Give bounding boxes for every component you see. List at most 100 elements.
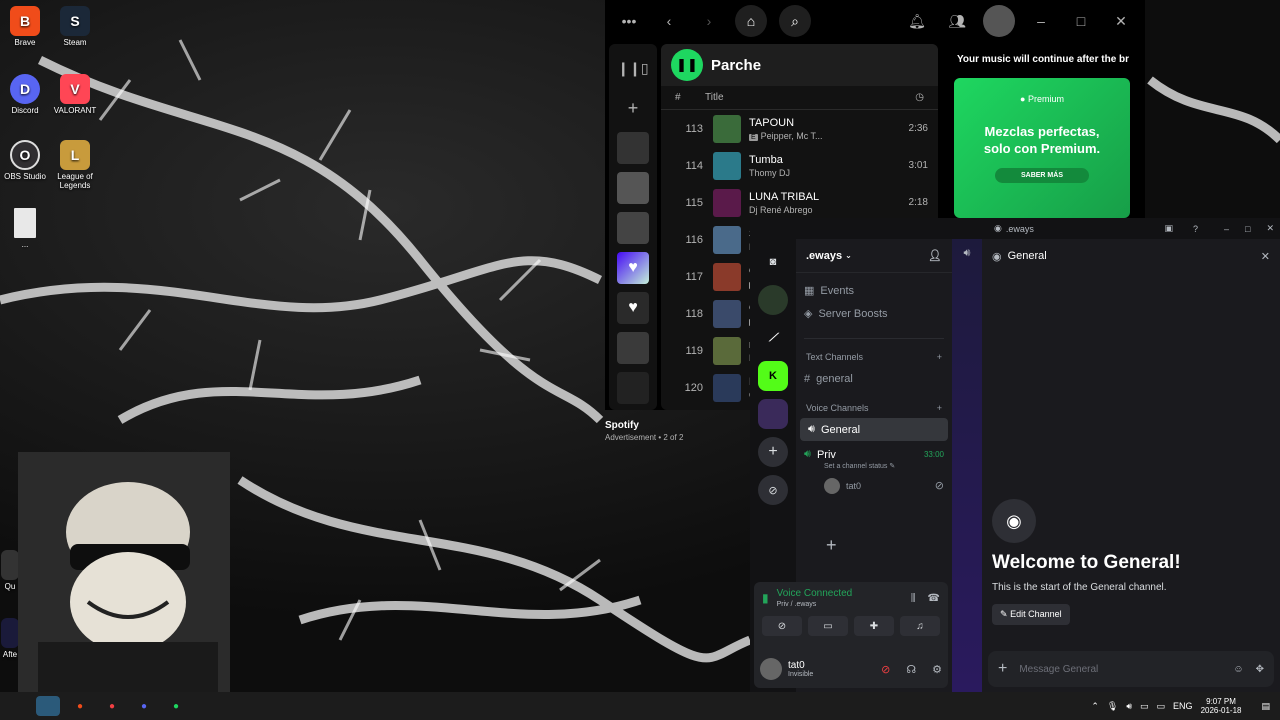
search-icon[interactable]: ⌕ [779,5,811,37]
desktop-icon-valorant[interactable]: V VALORANT [50,74,100,115]
events-item[interactable]: ▦ Events [796,279,952,302]
more-options-icon[interactable]: ••• [615,7,643,35]
add-server-icon[interactable]: + [758,437,788,467]
home-icon[interactable]: ⌂ [735,5,767,37]
library-item-5[interactable] [617,372,649,404]
clock[interactable]: 9:07 PM 2026-01-18 [1201,697,1242,715]
track-row[interactable]: 113 TAPOUN E Peipper, Mc T... 2:36 [661,110,938,147]
library-item-heart[interactable]: ♥ [617,292,649,324]
track-row[interactable]: 115 LUNA TRIBAL Dj René Abrego 2:18 [661,184,938,221]
muted-mic-icon[interactable]: ⊘ [881,663,890,676]
server-header[interactable]: .eways ⌄ 👤︎ [796,239,952,273]
library-item-1[interactable] [617,132,649,164]
notification-icon[interactable]: ▤ [1261,701,1270,712]
signal-icon[interactable]: ▮ [762,591,769,605]
forward-arrow-icon[interactable]: › [695,7,723,35]
maximize-icon[interactable]: □ [1067,7,1095,35]
battery-icon[interactable]: ▭ [1157,701,1166,712]
inbox-icon[interactable]: ▣ [1164,223,1173,234]
desktop-icon-obs[interactable]: O OBS Studio [0,140,50,181]
network-icon[interactable]: ▭ [1140,701,1149,712]
message-input[interactable]: + Message General ☺ ✥ [988,651,1274,687]
add-icon[interactable]: + [617,92,649,124]
disconnect-icon[interactable]: ☎︎ [928,593,940,604]
desktop-icon-league[interactable]: L League of Legends [50,140,100,190]
text-channels-section[interactable]: Text Channels + [796,347,952,367]
taskbar-brave-icon[interactable]: ● [68,696,92,716]
track-artist[interactable]: Thomy DJ [749,168,790,178]
liked-songs-icon[interactable]: ♥ [617,252,649,284]
apps-icon[interactable]: ✥ [1256,664,1264,675]
volume-icon[interactable]: 🔊︎ [1126,701,1132,712]
track-artist[interactable]: Peipper, Mc T... [761,131,823,141]
kick-server-icon[interactable]: K [758,361,788,391]
add-icon[interactable]: + [826,535,837,556]
emoji-icon[interactable]: ☺ [1233,664,1243,675]
back-arrow-icon[interactable]: ‹ [655,7,683,35]
taskbar-discord-icon[interactable]: ● [132,696,156,716]
library-item-4[interactable] [617,332,649,364]
desktop-icon-steam[interactable]: S Steam [50,6,100,47]
soundboard-button[interactable]: ♫ [900,616,940,636]
add-channel-icon[interactable]: + [937,352,942,362]
minimize-icon[interactable]: – [1224,224,1229,234]
library-icon[interactable]: ❙❙▯ [617,52,649,84]
library-item-3[interactable] [617,212,649,244]
discover-icon[interactable]: ⊘ [758,475,788,505]
channel-status-prompt[interactable]: Set a channel status ✎ [796,462,952,470]
track-title[interactable]: TAPOUN [749,117,888,129]
close-icon[interactable]: ✕ [1107,7,1135,35]
activities-button[interactable]: ✚ [854,616,894,636]
track-title[interactable]: Tumba [749,154,888,166]
track-row[interactable]: 114 Tumba Thomy DJ 3:01 [661,147,938,184]
voice-channel-general[interactable]: 🔊︎ General [800,418,948,441]
notifications-bell-icon[interactable]: 🔔︎ [903,7,931,35]
voice-channels-section[interactable]: Voice Channels + [796,398,952,418]
direct-messages-icon[interactable]: ◙ [758,247,788,277]
minimize-icon[interactable]: – [1027,7,1055,35]
track-title[interactable]: LUNA TRIBAL [749,191,888,203]
track-artist[interactable]: Dj René Abrego [749,205,813,215]
channel-general[interactable]: # general [796,367,952,390]
close-icon[interactable]: ✕ [1266,223,1274,234]
noise-suppression-icon[interactable]: ⫼ [911,593,916,604]
chevron-up-icon[interactable]: ⌃ [1091,701,1099,712]
voice-location[interactable]: Priv / .eways [777,601,853,608]
close-chat-icon[interactable]: ✕ [1261,250,1270,263]
attach-plus-icon[interactable]: + [998,660,1007,678]
server-icon-1[interactable] [758,285,788,315]
server-icon-2[interactable]: ⟋ [758,323,788,353]
ad-sub: Advertisement • 2 of 2 [605,433,684,442]
desktop-icon-brave[interactable]: B Brave [0,6,50,47]
profile-avatar[interactable] [983,5,1015,37]
headphones-icon[interactable]: ☊ [906,663,916,676]
voice-speaker-icon[interactable]: 🔊︎ [952,247,982,260]
edit-channel-button[interactable]: ✎ Edit Channel [992,604,1070,625]
desktop-icon-discord[interactable]: D Discord [0,74,50,115]
maximize-icon[interactable]: □ [1245,224,1250,234]
server-folder-icon[interactable] [758,399,788,429]
taskbar-app-2[interactable]: ● [100,696,124,716]
pause-icon[interactable]: ❚❚ [671,49,703,81]
language-indicator[interactable]: ENG [1173,701,1193,711]
taskbar-spotify-icon[interactable]: ● [164,696,188,716]
voice-member[interactable]: tat0 ⊘ [796,474,952,497]
taskbar-app-1[interactable] [36,696,60,716]
library-item-2[interactable] [617,172,649,204]
server-boosts-item[interactable]: ◈ Server Boosts [796,302,952,325]
desktop-icon-file[interactable]: ... [0,208,50,249]
ad-card[interactable]: ● Premium Mezclas perfectas, solo con Pr… [954,78,1130,218]
friends-icon[interactable]: 👥︎ [943,7,971,35]
settings-gear-icon[interactable]: ⚙ [932,663,942,676]
camera-off-button[interactable]: ⊘ [762,616,802,636]
desktop-icon-after-effects[interactable]: Afte [0,618,20,659]
desktop-icon-qu[interactable]: Qu [0,550,20,591]
add-voice-channel-icon[interactable]: + [937,403,942,413]
track-info: Tumba Thomy DJ [749,154,888,178]
screen-share-button[interactable]: ▭ [808,616,848,636]
help-icon[interactable]: ? [1193,224,1198,234]
invite-icon[interactable]: 👤︎ [928,249,942,262]
learn-more-button[interactable]: SABER MÁS [994,168,1089,183]
microphone-icon[interactable]: 🎙︎ [1107,701,1118,712]
avatar[interactable] [760,658,782,680]
